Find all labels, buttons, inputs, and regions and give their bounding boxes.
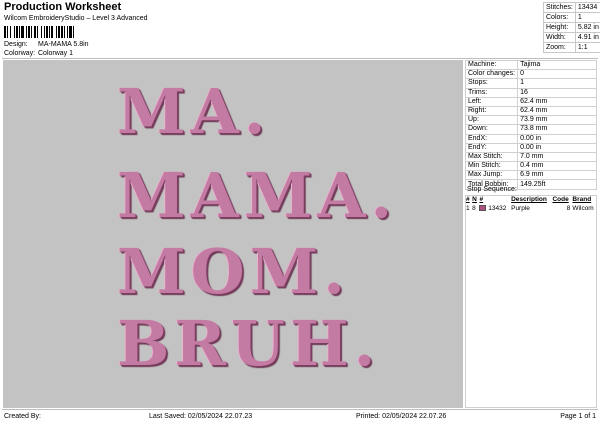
summary-label: Zoom: xyxy=(543,42,576,53)
spec-label: Stops: xyxy=(464,78,519,89)
spec-label: Left: xyxy=(464,96,519,107)
spec-value: 16 xyxy=(517,87,597,98)
spec-label: Trims: xyxy=(464,87,519,98)
spec-value: 6.9 mm xyxy=(517,170,597,181)
worksheet-title: Production Worksheet xyxy=(4,1,122,13)
spec-label: Max Jump: xyxy=(464,170,519,181)
spec-row: Max Stitch: 7.0 mm xyxy=(464,151,597,163)
design-line-3: MOM. xyxy=(117,235,350,308)
summary-row: Height: 5.82 in xyxy=(543,22,600,33)
design-line-2: MAMA. xyxy=(117,159,398,232)
footer: Created By: Last Saved: 02/05/2024 22.07… xyxy=(0,411,600,424)
spec-row: Max Jump: 6.9 mm xyxy=(464,170,597,181)
spec-value: 0 xyxy=(517,69,597,80)
summary-table: Stitches: 13434 Colors: 1 Height: 5.82 in Widt… xyxy=(543,2,600,53)
summary-value: 4.91 in xyxy=(574,32,600,43)
spec-row: Machine: Tajima xyxy=(464,59,597,71)
spec-value: 0.00 in xyxy=(517,142,597,153)
spec-row: Up: 73.9 mm xyxy=(464,115,597,126)
design-label: Design: xyxy=(4,41,28,48)
stop-stitches-cell: 13432 xyxy=(478,204,510,213)
summary-label: Colors: xyxy=(543,12,576,23)
stop-needle: 8 xyxy=(472,205,476,212)
spec-row: Left: 62.4 mm xyxy=(464,96,597,107)
spec-label: Color changes: xyxy=(464,69,519,80)
spec-value: 1 xyxy=(517,78,597,89)
col-brand: Brand xyxy=(572,196,592,203)
spec-value: 73.8 mm xyxy=(517,124,597,135)
colorway-value: Colorway 1 xyxy=(38,50,74,57)
spec-value: 149.25ft xyxy=(517,179,597,190)
col-needle: N xyxy=(472,196,477,203)
stop-stitches: 13432 xyxy=(488,205,507,212)
col-stitches: # xyxy=(479,196,484,203)
spec-value: 0.4 mm xyxy=(517,161,597,172)
summary-label: Height: xyxy=(543,22,576,33)
design-line-1: MA. xyxy=(117,75,271,148)
page-number: Page 1 of 1 xyxy=(560,413,596,420)
summary-row: Width: 4.91 in xyxy=(543,32,600,43)
design-row: Design: MA-MAMA 5.8in xyxy=(4,41,89,48)
design-preview: MA. MAMA. MOM. BRUH. xyxy=(3,60,463,408)
stop-description: Purple xyxy=(511,205,530,212)
barcode-bar xyxy=(74,26,76,38)
spec-value: 62.4 mm xyxy=(517,105,597,117)
colorway-label: Colorway: xyxy=(4,50,36,57)
stop-sequence-title: Stop Sequence: xyxy=(467,186,517,193)
stop-brand: Wilcom xyxy=(572,205,594,212)
spec-label: Up: xyxy=(464,115,519,126)
spec-row: Right: 62.4 mm xyxy=(464,105,597,117)
spec-label: EndY: xyxy=(464,142,519,153)
stop-sequence-panel xyxy=(465,195,597,408)
spec-label: Right: xyxy=(464,105,519,117)
header-divider xyxy=(2,58,598,59)
thread-swatch xyxy=(479,205,487,212)
col-code: Code xyxy=(552,196,569,203)
colorway-row: Colorway: Colorway 1 xyxy=(4,50,73,57)
summary-label: Width: xyxy=(543,32,576,43)
spec-label: EndX: xyxy=(464,133,519,144)
summary-value: 13434 xyxy=(574,2,600,13)
printed-date: Printed: 02/05/2024 22.07.26 xyxy=(356,413,447,420)
spec-row: Min Stitch: 0.4 mm xyxy=(464,161,597,172)
stop-code: 8 xyxy=(566,205,571,212)
created-by: Created By: xyxy=(4,413,41,420)
summary-label: Stitches: xyxy=(543,2,576,13)
spec-label: Down: xyxy=(464,124,519,135)
summary-value: 5.82 in xyxy=(574,22,600,33)
spec-label: Max Stitch: xyxy=(464,151,519,163)
spec-label: Machine: xyxy=(464,59,519,71)
spec-row: Color changes: 0 xyxy=(464,69,597,80)
software-subtitle: Wilcom EmbroideryStudio – Level 3 Advanc… xyxy=(4,15,148,22)
spec-row: Trims: 16 xyxy=(464,87,597,98)
design-value: MA-MAMA 5.8in xyxy=(38,41,89,48)
summary-row: Stitches: 13434 xyxy=(543,2,600,13)
spec-value: 73.9 mm xyxy=(517,115,597,126)
summary-row: Zoom: 1:1 xyxy=(543,42,600,53)
stop-row: 18 13432 Purple 8 Wilcom xyxy=(465,204,597,213)
spec-row: EndX: 0.00 in xyxy=(464,133,597,144)
spec-value: Tajima xyxy=(517,59,597,71)
col-description: Description xyxy=(511,196,547,203)
spec-label: Min Stitch: xyxy=(464,161,519,172)
machine-specs-table: Machine: Tajima Color changes: 0 Stops: 1 Trim… xyxy=(464,59,597,190)
last-saved: Last Saved: 02/05/2024 22.07.23 xyxy=(149,413,253,420)
spec-value: 62.4 mm xyxy=(517,96,597,107)
spec-row: EndY: 0.00 in xyxy=(464,142,597,153)
spec-value: 0.00 in xyxy=(517,133,597,144)
spec-value: 7.0 mm xyxy=(517,151,597,163)
barcode-image xyxy=(4,26,112,38)
stop-sequence-table: # N # Description Code Brand 18 13432 Pur… xyxy=(465,195,597,213)
footer-divider xyxy=(2,409,598,410)
spec-row: Stops: 1 xyxy=(464,78,597,89)
design-line-4: BRUH. xyxy=(117,307,381,380)
spec-row: Down: 73.8 mm xyxy=(464,124,597,135)
summary-row: Colors: 1 xyxy=(543,12,600,23)
summary-value: 1 xyxy=(574,12,600,23)
summary-value: 1:1 xyxy=(574,42,600,53)
